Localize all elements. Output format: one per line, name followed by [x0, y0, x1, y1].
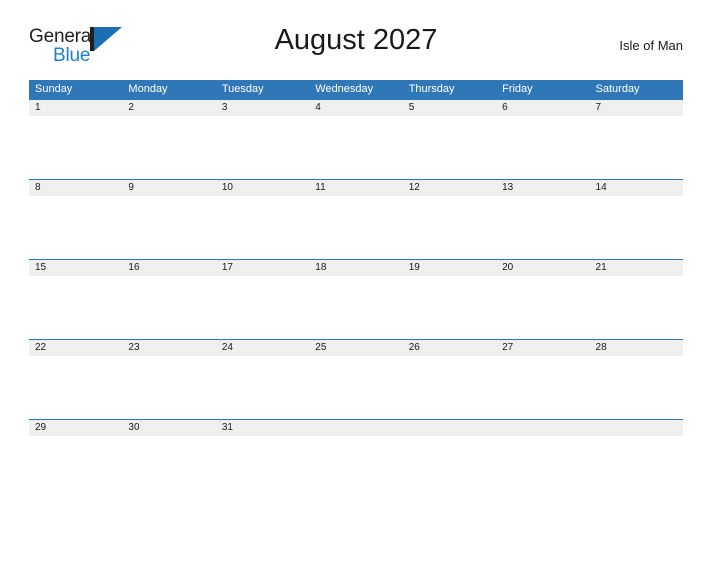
calendar-page: General Blue August 2027 Isle of Man Sun… — [0, 22, 712, 572]
day-cell[interactable] — [122, 356, 215, 419]
week-body-band — [29, 196, 683, 259]
day-number[interactable]: 30 — [122, 420, 215, 436]
day-number[interactable]: 24 — [216, 340, 309, 356]
weekday-header-friday: Friday — [502, 83, 533, 95]
day-number[interactable]: 13 — [496, 180, 589, 196]
day-number[interactable]: 4 — [309, 100, 402, 116]
day-cell-empty — [590, 436, 683, 499]
calendar-grid: Sunday Monday Tuesday Wednesday Thursday… — [29, 80, 683, 499]
calendar-week-row: 8 9 10 11 12 13 14 — [29, 179, 683, 259]
day-number[interactable]: 17 — [216, 260, 309, 276]
day-number[interactable]: 8 — [29, 180, 122, 196]
location-label: Isle of Man — [619, 38, 683, 53]
day-number[interactable]: 20 — [496, 260, 589, 276]
day-cell[interactable] — [29, 196, 122, 259]
day-number[interactable]: 12 — [403, 180, 496, 196]
day-cell[interactable] — [29, 276, 122, 339]
day-cell[interactable] — [216, 196, 309, 259]
day-number[interactable]: 27 — [496, 340, 589, 356]
page-title: August 2027 — [274, 24, 438, 56]
day-cell[interactable] — [496, 276, 589, 339]
week-date-band: 1 2 3 4 5 6 7 — [29, 100, 683, 116]
day-cell[interactable] — [122, 276, 215, 339]
weekday-header-wednesday: Wednesday — [315, 83, 374, 95]
day-number[interactable]: 16 — [122, 260, 215, 276]
day-number[interactable]: 19 — [403, 260, 496, 276]
day-cell[interactable] — [122, 196, 215, 259]
day-number[interactable]: 15 — [29, 260, 122, 276]
day-number[interactable]: 10 — [216, 180, 309, 196]
day-cell[interactable] — [122, 116, 215, 179]
week-date-band: 22 23 24 25 26 27 28 — [29, 340, 683, 356]
weekday-header-saturday: Saturday — [595, 83, 640, 95]
day-number[interactable]: 9 — [122, 180, 215, 196]
day-cell[interactable] — [29, 436, 122, 499]
day-cell-empty — [309, 436, 402, 499]
day-number[interactable]: 7 — [590, 100, 683, 116]
day-cell[interactable] — [309, 276, 402, 339]
day-number[interactable]: 25 — [309, 340, 402, 356]
day-number[interactable]: 31 — [216, 420, 309, 436]
day-number-empty — [496, 420, 589, 436]
day-number[interactable]: 28 — [590, 340, 683, 356]
day-number[interactable]: 18 — [309, 260, 402, 276]
day-cell[interactable] — [403, 196, 496, 259]
day-number[interactable]: 1 — [29, 100, 122, 116]
day-cell[interactable] — [309, 356, 402, 419]
day-cell[interactable] — [29, 116, 122, 179]
day-cell[interactable] — [403, 116, 496, 179]
day-cell[interactable] — [216, 356, 309, 419]
day-cell[interactable] — [216, 276, 309, 339]
day-cell-empty — [403, 436, 496, 499]
day-number[interactable]: 5 — [403, 100, 496, 116]
day-cell[interactable] — [403, 276, 496, 339]
day-cell[interactable] — [496, 196, 589, 259]
day-cell[interactable] — [309, 196, 402, 259]
calendar-week-row: 1 2 3 4 5 6 7 — [29, 99, 683, 179]
weekday-header-row: Sunday Monday Tuesday Wednesday Thursday… — [29, 80, 683, 99]
week-body-band — [29, 276, 683, 339]
day-number[interactable]: 23 — [122, 340, 215, 356]
week-body-band — [29, 436, 683, 499]
weekday-header-tuesday: Tuesday — [221, 83, 264, 95]
day-cell[interactable] — [496, 116, 589, 179]
week-date-band: 29 30 31 — [29, 420, 683, 436]
day-number[interactable]: 2 — [122, 100, 215, 116]
day-number-empty — [403, 420, 496, 436]
day-number[interactable]: 26 — [403, 340, 496, 356]
calendar-week-row: 15 16 17 18 19 20 21 — [29, 259, 683, 339]
weekday-header-sunday: Sunday — [35, 83, 73, 95]
day-cell[interactable] — [309, 116, 402, 179]
week-body-band — [29, 356, 683, 419]
day-cell[interactable] — [29, 356, 122, 419]
page-header: General Blue August 2027 Isle of Man — [29, 22, 683, 74]
day-cell[interactable] — [590, 276, 683, 339]
day-cell[interactable] — [122, 436, 215, 499]
day-number[interactable]: 21 — [590, 260, 683, 276]
day-cell[interactable] — [403, 356, 496, 419]
week-date-band: 8 9 10 11 12 13 14 — [29, 180, 683, 196]
day-number[interactable]: 11 — [309, 180, 402, 196]
day-cell[interactable] — [590, 356, 683, 419]
day-number[interactable]: 6 — [496, 100, 589, 116]
week-date-band: 15 16 17 18 19 20 21 — [29, 260, 683, 276]
calendar-week-row: 22 23 24 25 26 27 28 — [29, 339, 683, 419]
day-number[interactable]: 29 — [29, 420, 122, 436]
week-body-band — [29, 116, 683, 179]
day-cell[interactable] — [590, 196, 683, 259]
day-number[interactable]: 14 — [590, 180, 683, 196]
day-number[interactable]: 3 — [216, 100, 309, 116]
day-number-empty — [309, 420, 402, 436]
weekday-header-monday: Monday — [128, 83, 168, 95]
weekday-header-thursday: Thursday — [408, 83, 455, 95]
day-cell-empty — [496, 436, 589, 499]
day-cell[interactable] — [496, 356, 589, 419]
day-number[interactable]: 22 — [29, 340, 122, 356]
day-cell[interactable] — [590, 116, 683, 179]
day-number-empty — [590, 420, 683, 436]
day-cell[interactable] — [216, 436, 309, 499]
calendar-week-row: 29 30 31 — [29, 419, 683, 499]
day-cell[interactable] — [216, 116, 309, 179]
